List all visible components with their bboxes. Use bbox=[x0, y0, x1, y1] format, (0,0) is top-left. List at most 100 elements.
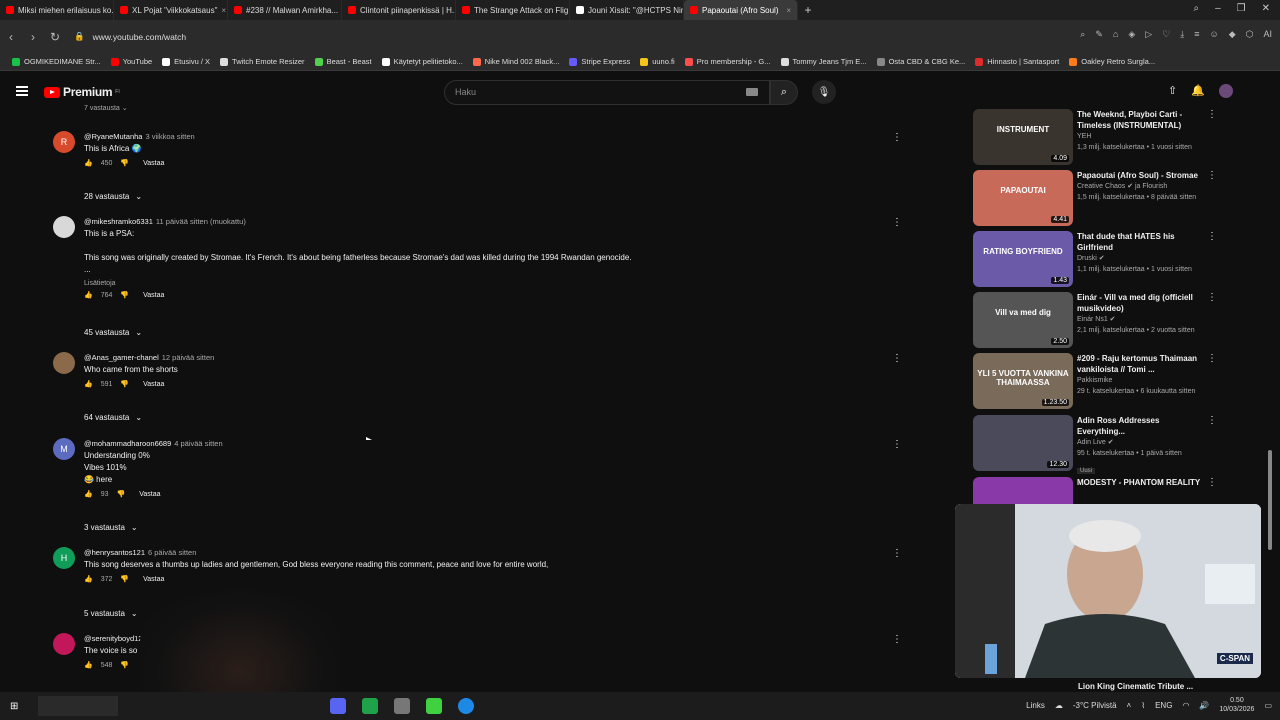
wifi-icon[interactable]: ◠ bbox=[1182, 701, 1189, 710]
thumbs-down-icon[interactable]: 👎 bbox=[120, 575, 129, 583]
url-field[interactable]: 🔒 www.youtube.com/watch bbox=[74, 31, 186, 42]
comment-avatar[interactable] bbox=[53, 633, 75, 655]
comment-more-options-icon[interactable]: ⋮ bbox=[892, 634, 902, 645]
tab-close-icon[interactable]: × bbox=[786, 6, 791, 15]
bookmark-item[interactable]: Käytetyt pelitietoko... bbox=[378, 57, 467, 66]
video-title[interactable]: Adin Ross Addresses Everything... bbox=[1077, 415, 1205, 437]
maximize-icon[interactable]: ❐ bbox=[1237, 3, 1246, 14]
read-more-link[interactable]: Lisätietoja bbox=[84, 280, 904, 287]
comment-more-options-icon[interactable]: ⋮ bbox=[892, 132, 902, 143]
comment-avatar[interactable] bbox=[53, 216, 75, 238]
bookmark-item[interactable]: Nike Mind 002 Black... bbox=[469, 57, 564, 66]
thumbs-down-icon[interactable]: 👎 bbox=[120, 380, 129, 388]
video-more-options-icon[interactable]: ⋮ bbox=[1207, 477, 1217, 488]
thumbs-up-icon[interactable]: 👍 bbox=[84, 490, 93, 498]
video-thumbnail[interactable]: INSTRUMENT 4.09 bbox=[973, 109, 1073, 165]
comment-time[interactable]: 11 päivää sitten (muokattu) bbox=[156, 217, 246, 226]
search-tabs-icon[interactable]: ⌕ bbox=[1193, 3, 1199, 14]
menu-icon[interactable]: ≡ bbox=[1194, 29, 1199, 40]
search-input[interactable]: Haku bbox=[444, 80, 770, 105]
reply-button[interactable]: Vastaa bbox=[143, 292, 164, 299]
video-title[interactable]: That dude that HATES his Girlfriend bbox=[1077, 231, 1205, 253]
bookmark-item[interactable]: Pro membership - G... bbox=[681, 57, 775, 66]
minimize-icon[interactable]: – bbox=[1215, 3, 1221, 14]
edit-icon[interactable]: ✎ bbox=[1095, 29, 1103, 40]
thumbs-up-icon[interactable]: 👍 bbox=[84, 575, 93, 583]
comment-more-options-icon[interactable]: ⋮ bbox=[892, 353, 902, 364]
app-gray-icon[interactable] bbox=[394, 698, 410, 714]
settings-icon[interactable]: ⬡ bbox=[1246, 29, 1254, 40]
browser-tab[interactable]: Jouni Xissit: "@HCTPS Nin...× bbox=[570, 0, 684, 20]
browser-tab[interactable]: #238 // Malwan Amirkha...× bbox=[228, 0, 342, 20]
close-window-icon[interactable]: ✕ bbox=[1262, 3, 1270, 14]
download-icon[interactable]: ⤓ bbox=[1180, 29, 1184, 40]
thumbs-up-icon[interactable]: 👍 bbox=[84, 380, 93, 388]
tab-close-icon[interactable]: × bbox=[221, 6, 226, 15]
comment-more-options-icon[interactable]: ⋮ bbox=[892, 439, 902, 450]
comment-more-options-icon[interactable]: ⋮ bbox=[892, 217, 902, 228]
browser-tab[interactable]: XL Pojat "viikkokatsaus" × bbox=[114, 0, 228, 20]
taskbar-search[interactable] bbox=[38, 696, 119, 716]
volume-icon[interactable]: 🔊 bbox=[1199, 701, 1209, 710]
heart-icon[interactable]: ♡ bbox=[1162, 29, 1170, 40]
bookmark-item[interactable]: Osta CBD & CBG Ke... bbox=[873, 57, 970, 66]
comment-author[interactable]: @Anas_gamer-chanel bbox=[84, 353, 159, 362]
browser-tab[interactable]: Miksi miehen erilaisuus ko...× bbox=[0, 0, 114, 20]
thumbs-down-icon[interactable]: 👎 bbox=[120, 661, 129, 669]
comment-author[interactable]: @henrysantos121 bbox=[84, 548, 145, 557]
bookmark-item[interactable]: Twitch Emote Resizer bbox=[216, 57, 309, 66]
video-title[interactable]: Papaoutai (Afro Soul) - Stromae bbox=[1077, 170, 1205, 181]
forward-icon[interactable]: › bbox=[22, 30, 44, 44]
links-label[interactable]: Links bbox=[1026, 701, 1045, 710]
video-more-options-icon[interactable]: ⋮ bbox=[1207, 292, 1217, 303]
extension-icon[interactable]: ◆ bbox=[1229, 29, 1236, 40]
notifications-bell-icon[interactable]: 🔔 bbox=[1191, 84, 1205, 98]
reply-button[interactable]: Vastaa bbox=[143, 160, 164, 167]
chevron-up-icon[interactable]: ˄ bbox=[1127, 701, 1132, 710]
thumbs-up-icon[interactable]: 👍 bbox=[84, 159, 93, 167]
scrollbar[interactable] bbox=[1268, 450, 1272, 550]
video-thumbnail[interactable]: Vill va med dig 2.50 bbox=[973, 292, 1073, 348]
bookmark-item[interactable]: Beast - Beast bbox=[311, 57, 376, 66]
discord-icon[interactable] bbox=[330, 698, 346, 714]
browser-tab[interactable]: Clintonit piinapenkissä | H...× bbox=[342, 0, 456, 20]
language[interactable]: ENG bbox=[1155, 701, 1172, 710]
video-more-options-icon[interactable]: ⋮ bbox=[1207, 109, 1217, 120]
back-icon[interactable]: ‹ bbox=[0, 30, 22, 44]
comment-time[interactable]: 4 päivää sitten bbox=[174, 439, 222, 448]
view-replies-button[interactable]: 64 vastausta ⌄ bbox=[84, 413, 142, 422]
related-video-item[interactable]: YLI 5 VUOTTA VANKINA THAIMAASSA 1.23.50 #2… bbox=[973, 353, 1218, 409]
thumbs-down-icon[interactable]: 👎 bbox=[120, 291, 129, 299]
video-thumbnail[interactable]: RATING BOYFRIEND 1.43 bbox=[973, 231, 1073, 287]
channel-name[interactable]: Pakkismike bbox=[1077, 375, 1205, 386]
pip-caption[interactable]: Lion King Cinematic Tribute ... bbox=[1078, 682, 1193, 691]
bookmark-item[interactable]: uuno.fi bbox=[636, 57, 679, 66]
video-more-options-icon[interactable]: ⋮ bbox=[1207, 353, 1217, 364]
comment-time[interactable]: 3 viikkoa sitten bbox=[145, 132, 194, 141]
video-thumbnail[interactable]: PAPAOUTAI 4.41 bbox=[973, 170, 1073, 226]
home-icon[interactable]: ⌂ bbox=[1113, 29, 1118, 40]
bookmark-item[interactable]: Etusivu / X bbox=[158, 57, 214, 66]
video-more-options-icon[interactable]: ⋮ bbox=[1207, 170, 1217, 181]
comment-time[interactable]: 6 päivää sitten bbox=[148, 548, 196, 557]
reply-button[interactable]: Vastaa bbox=[143, 381, 164, 388]
media-player-icon[interactable] bbox=[426, 698, 442, 714]
search-button[interactable]: ⌕ bbox=[770, 80, 798, 105]
video-thumbnail[interactable]: YLI 5 VUOTTA VANKINA THAIMAASSA 1.23.50 bbox=[973, 353, 1073, 409]
video-title[interactable]: Einár - Vill va med dig (officiell musik… bbox=[1077, 292, 1205, 314]
hamburger-menu-icon[interactable] bbox=[16, 86, 28, 96]
bookmark-item[interactable]: Hinnasto | Santasport bbox=[971, 57, 1063, 66]
bookmark-item[interactable]: Stripe Express bbox=[565, 57, 634, 66]
view-replies-button[interactable]: 45 vastausta ⌄ bbox=[84, 328, 142, 337]
zoom-icon[interactable]: ⌕ bbox=[1080, 29, 1085, 40]
browser-tab[interactable]: The Strange Attack on Flig...× bbox=[456, 0, 570, 20]
comment-avatar[interactable] bbox=[53, 352, 75, 374]
voice-search-button[interactable]: 🎙 bbox=[812, 80, 836, 104]
picture-in-picture-video[interactable]: C-SPAN bbox=[955, 504, 1261, 678]
network-icon[interactable]: ⌇ bbox=[1141, 701, 1145, 710]
weather-text[interactable]: -3°C Pilvistä bbox=[1073, 701, 1117, 710]
app-green-icon[interactable] bbox=[362, 698, 378, 714]
video-more-options-icon[interactable]: ⋮ bbox=[1207, 231, 1217, 242]
keyboard-icon[interactable] bbox=[746, 88, 758, 96]
comment-avatar[interactable]: M bbox=[53, 438, 75, 460]
